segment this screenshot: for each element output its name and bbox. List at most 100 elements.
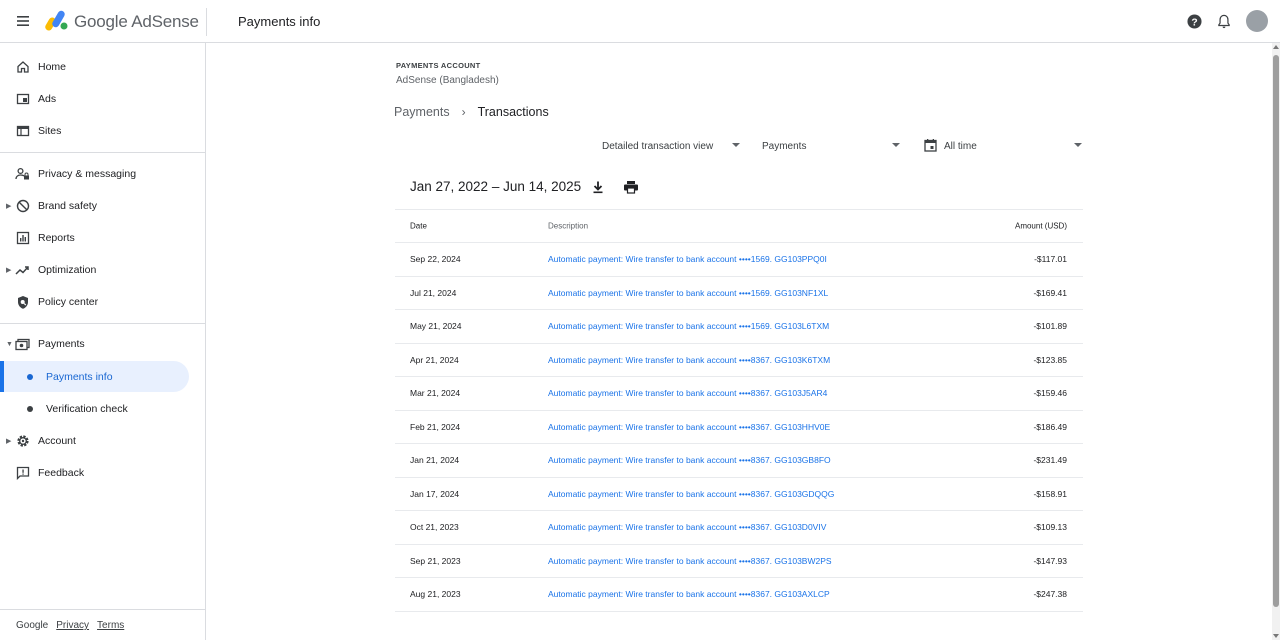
sidebar-item-label: Account — [38, 435, 76, 447]
sidebar-divider — [0, 323, 206, 324]
sidebar-item-label: Sites — [38, 125, 62, 137]
sidebar-item-optimization[interactable]: ▶ Optimization — [0, 255, 206, 285]
row-amount: -$109.13 — [1033, 522, 1067, 533]
expand-caret-icon[interactable]: ▶ — [6, 437, 11, 445]
sidebar-item-label: Privacy & messaging — [38, 168, 137, 180]
date-range-title: Jan 27, 2022 – Jun 14, 2025 — [410, 179, 582, 194]
sidebar-item-feedback[interactable]: Feedback — [0, 458, 206, 488]
sidebar-item-privacy[interactable]: Privacy & messaging — [0, 159, 206, 189]
expand-caret-icon[interactable]: ▶ — [6, 266, 11, 274]
page-scrollbar[interactable] — [1272, 43, 1280, 640]
adsense-logo-icon[interactable] — [44, 9, 68, 31]
sidebar-item-label: Brand safety — [38, 200, 97, 212]
sidebar-item-payments[interactable]: ▼ Payments — [0, 329, 206, 359]
page-title: Payments info — [238, 14, 321, 29]
avatar[interactable] — [1246, 10, 1268, 32]
column-date: Date — [410, 221, 427, 231]
period-select[interactable]: All time — [924, 137, 1082, 155]
row-date: Aug 21, 2023 — [410, 589, 461, 600]
sidebar-item-home[interactable]: Home — [0, 52, 206, 82]
table-row: Sep 21, 2023 Automatic payment: Wire tran… — [395, 545, 1083, 578]
row-amount: -$186.49 — [1033, 421, 1067, 432]
expand-caret-icon[interactable]: ▶ — [6, 202, 11, 210]
row-description-link[interactable]: Automatic payment: Wire transfer to bank… — [548, 522, 826, 532]
block-icon — [15, 199, 30, 214]
sidebar: Home Ads Sites Privacy & messaging ▶ Bra… — [0, 43, 206, 640]
row-description-link[interactable]: Automatic payment: Wire transfer to bank… — [548, 388, 827, 398]
type-select[interactable]: Payments — [762, 137, 900, 155]
sites-icon — [15, 124, 30, 139]
dropdown-arrow-icon — [732, 143, 740, 147]
table-row: Jan 17, 2024 Automatic payment: Wire tran… — [395, 478, 1083, 511]
brand-google: Google — [74, 12, 128, 31]
brand-name[interactable]: Google AdSense — [74, 12, 199, 32]
sidebar-footer: Google Privacy Terms — [16, 620, 124, 631]
row-description-link[interactable]: Automatic payment: Wire transfer to bank… — [548, 556, 832, 566]
trending-icon — [15, 263, 30, 278]
scroll-up-icon[interactable] — [1273, 45, 1279, 49]
table-row: Oct 21, 2023 Automatic payment: Wire tran… — [395, 511, 1083, 545]
row-description-link[interactable]: Automatic payment: Wire transfer to bank… — [548, 355, 830, 365]
sidebar-item-brand-safety[interactable]: ▶ Brand safety — [0, 191, 206, 221]
dropdown-arrow-icon — [892, 143, 900, 147]
table-body: Sep 22, 2024 Automatic payment: Wire tran… — [395, 243, 1083, 612]
calendar-icon — [924, 138, 937, 155]
table-row: Feb 21, 2024 Automatic payment: Wire tran… — [395, 411, 1083, 444]
row-description-link[interactable]: Automatic payment: Wire transfer to bank… — [548, 589, 830, 599]
row-date: Sep 21, 2023 — [410, 555, 461, 566]
row-amount: -$158.91 — [1033, 488, 1067, 499]
sidebar-item-reports[interactable]: Reports — [0, 223, 206, 253]
row-amount: -$101.89 — [1033, 321, 1067, 332]
type-select-value: Payments — [762, 140, 807, 152]
view-select[interactable]: Detailed transaction view — [602, 137, 740, 155]
sidebar-item-verification-check[interactable]: Verification check — [0, 393, 189, 424]
column-description: Description — [548, 221, 589, 231]
row-date: Oct 21, 2023 — [410, 522, 459, 533]
footer-google: Google — [16, 620, 49, 631]
table-row: Sep 22, 2024 Automatic payment: Wire tran… — [395, 243, 1083, 277]
terms-link[interactable]: Terms — [97, 620, 124, 631]
row-description-link[interactable]: Automatic payment: Wire transfer to bank… — [548, 288, 828, 298]
table-row: Jan 21, 2024 Automatic payment: Wire tran… — [395, 444, 1083, 478]
breadcrumb-payments-link[interactable]: Payments — [394, 105, 450, 119]
home-icon — [15, 60, 30, 75]
active-dot — [27, 373, 33, 380]
sidebar-item-label: Optimization — [38, 264, 97, 276]
transactions-table: Date Description Amount (USD) Sep 22, 20… — [395, 209, 1083, 612]
payments-account-name: AdSense (Bangladesh) — [396, 75, 499, 86]
sidebar-item-sites[interactable]: Sites — [0, 116, 206, 146]
download-icon[interactable] — [591, 180, 605, 194]
sidebar-item-policy-center[interactable]: Policy center — [0, 287, 206, 317]
row-date: Feb 21, 2024 — [410, 421, 461, 432]
row-date: Sep 22, 2024 — [410, 254, 461, 265]
print-icon[interactable] — [623, 180, 639, 194]
breadcrumb: Payments › Transactions — [394, 105, 549, 119]
row-description-link[interactable]: Automatic payment: Wire transfer to bank… — [548, 455, 831, 465]
scroll-down-icon[interactable] — [1273, 634, 1279, 638]
bell-icon[interactable] — [1216, 13, 1232, 29]
breadcrumb-current: Transactions — [477, 105, 549, 119]
row-date: Jan 17, 2024 — [410, 488, 460, 499]
sidebar-item-ads[interactable]: Ads — [0, 84, 206, 114]
table-row: Aug 21, 2023 Automatic payment: Wire tran… — [395, 578, 1083, 612]
scrollbar-thumb[interactable] — [1273, 55, 1279, 607]
privacy-link[interactable]: Privacy — [56, 620, 89, 631]
row-description-link[interactable]: Automatic payment: Wire transfer to bank… — [548, 422, 830, 432]
help-icon[interactable]: ? — [1186, 13, 1202, 29]
sidebar-item-label: Policy center — [38, 296, 99, 308]
sidebar-item-payments-info[interactable]: Payments info — [0, 361, 189, 392]
collapse-caret-icon[interactable]: ▼ — [6, 341, 13, 348]
header-divider — [206, 8, 207, 36]
sidebar-item-label: Feedback — [38, 467, 85, 479]
sidebar-item-label: Payments info — [46, 370, 113, 383]
policy-icon — [15, 295, 30, 310]
menu-icon[interactable] — [12, 10, 34, 32]
payments-icon — [15, 337, 30, 352]
chevron-right-icon: › — [461, 105, 466, 119]
row-description-link[interactable]: Automatic payment: Wire transfer to bank… — [548, 254, 827, 264]
main-content: PAYMENTS ACCOUNT AdSense (Bangladesh) Pa… — [207, 43, 1272, 640]
sidebar-item-account[interactable]: ▶ Account — [0, 426, 206, 456]
sidebar-divider — [0, 152, 206, 153]
row-description-link[interactable]: Automatic payment: Wire transfer to bank… — [548, 489, 834, 499]
row-description-link[interactable]: Automatic payment: Wire transfer to bank… — [548, 321, 829, 331]
